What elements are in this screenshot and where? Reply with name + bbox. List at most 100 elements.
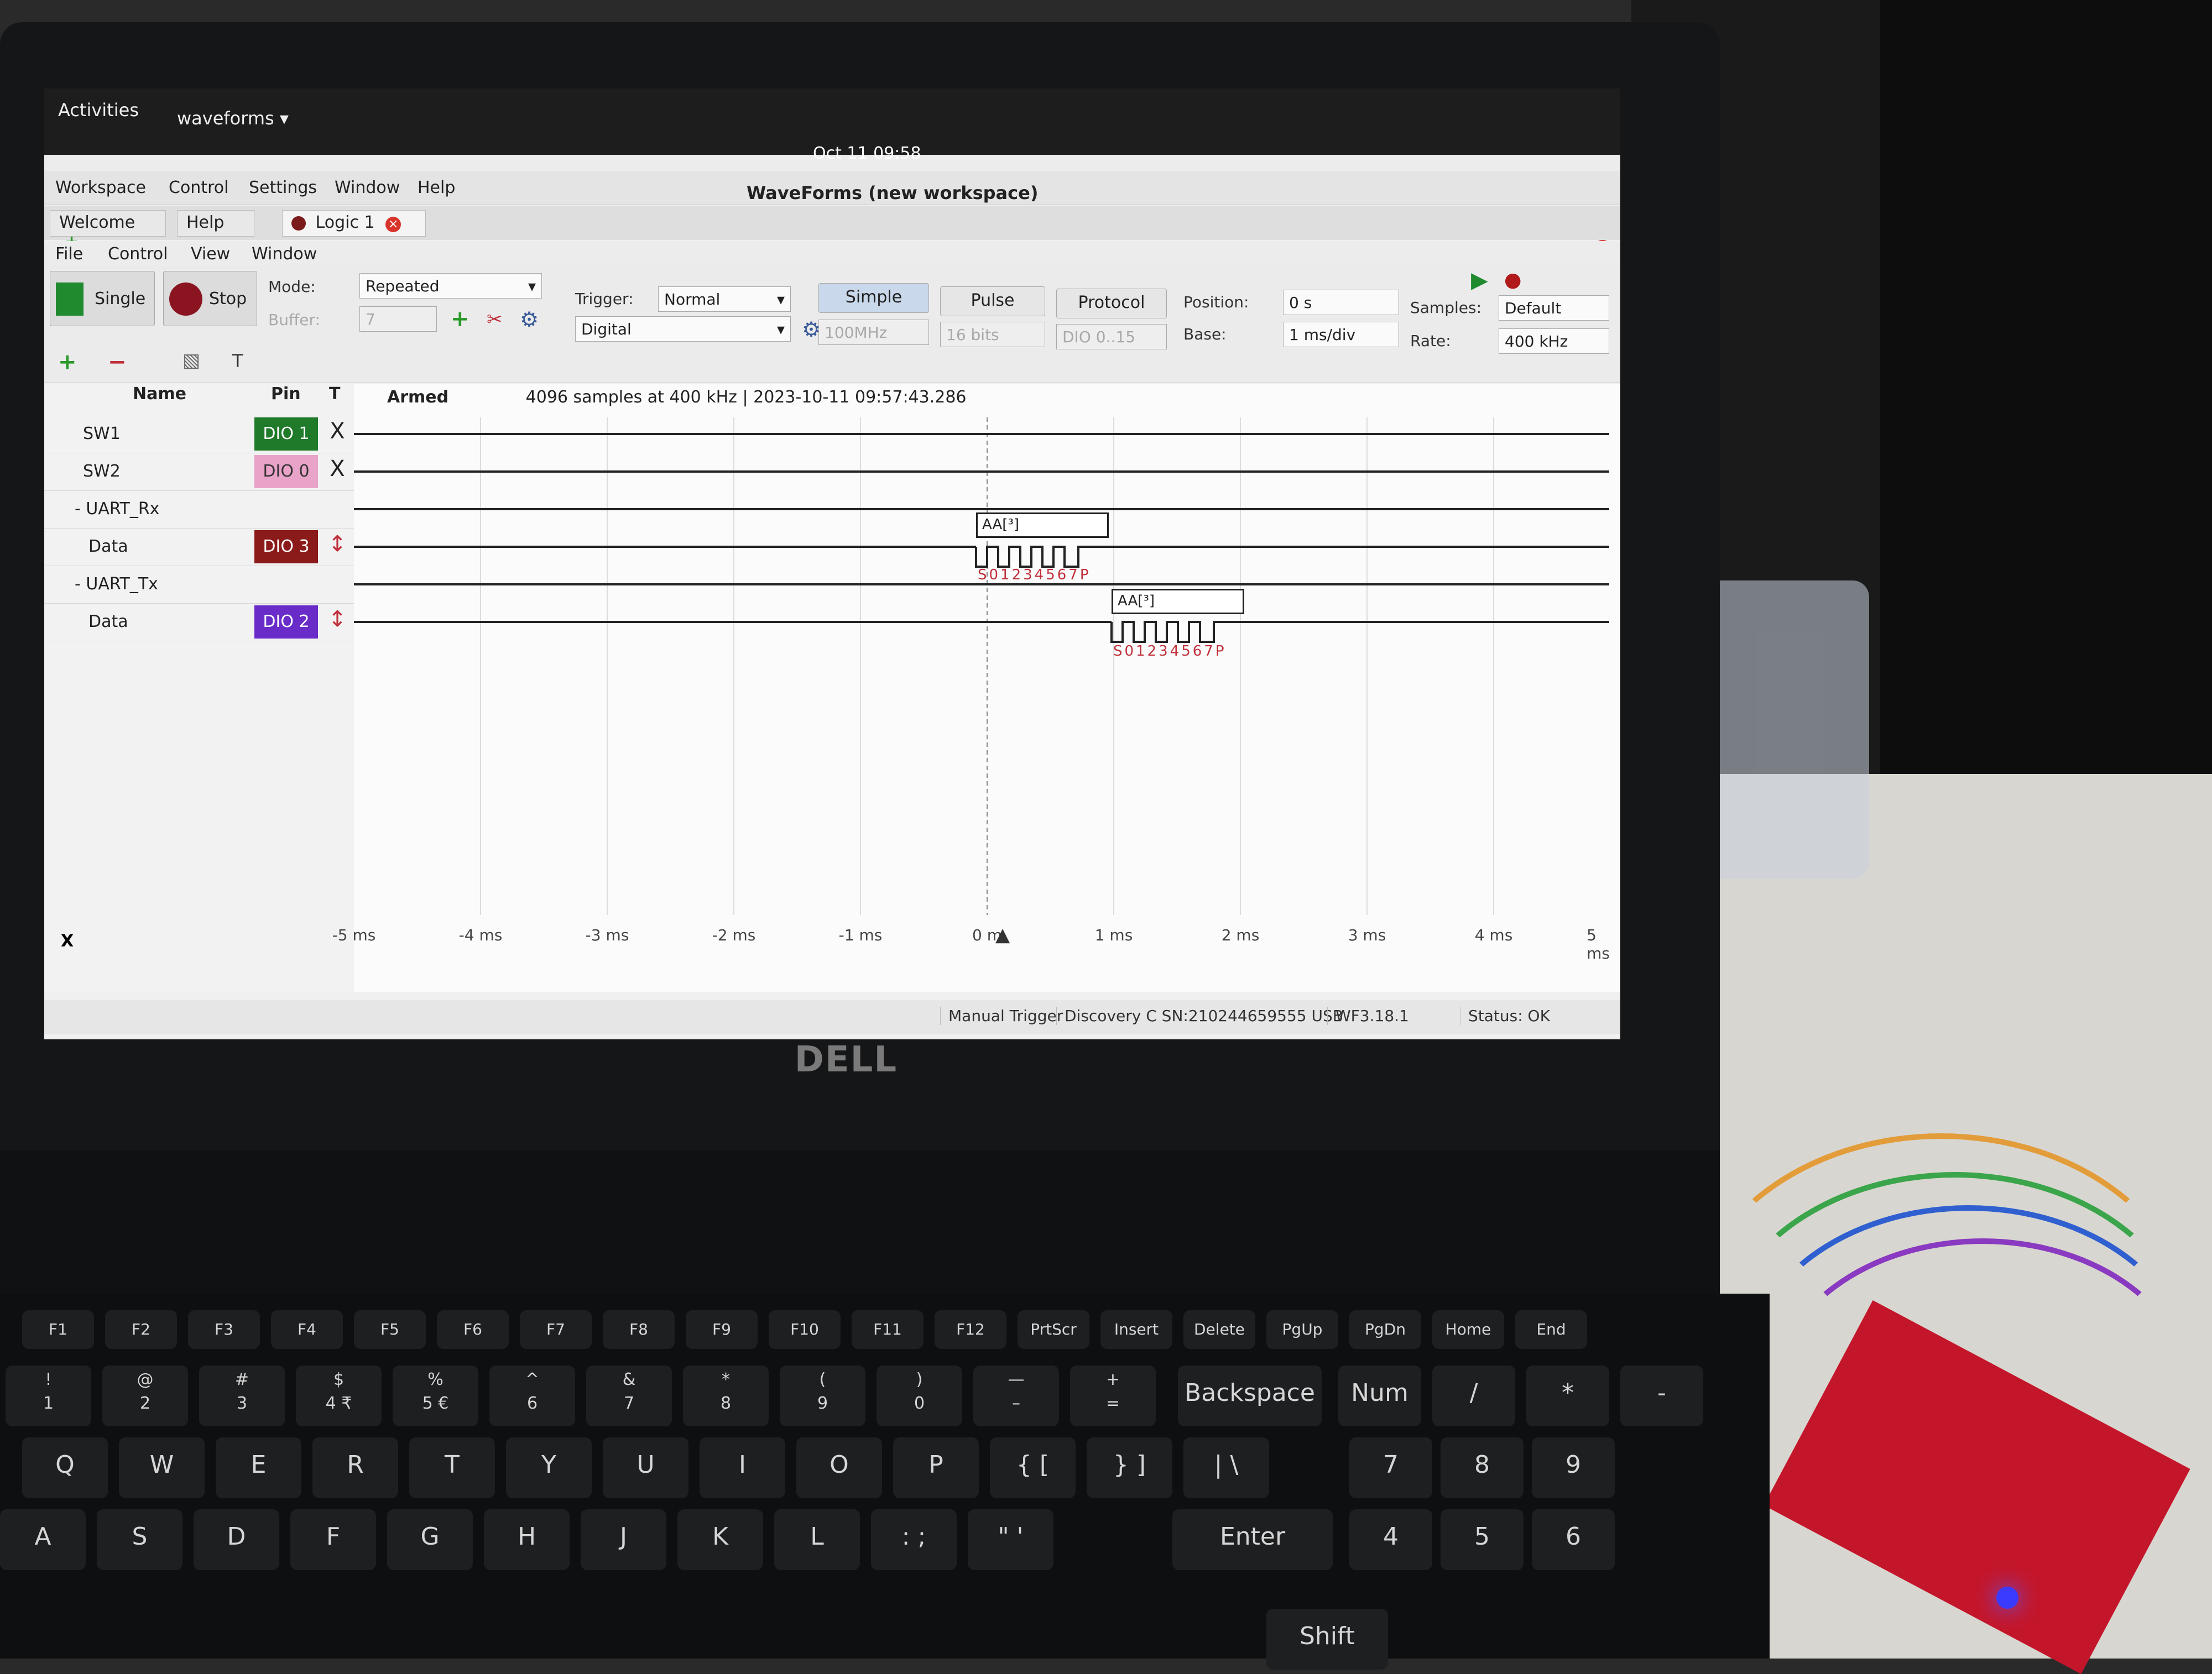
key-pgdn[interactable]: PgDn [1349, 1310, 1421, 1349]
key-letter[interactable]: K [677, 1509, 763, 1570]
close-tab-icon[interactable]: × [385, 217, 401, 232]
channel-row[interactable]: SW2 DIO 0 X [44, 453, 354, 491]
record-icon[interactable]: ● [1504, 269, 1521, 291]
trigger-cell[interactable]: X [324, 456, 351, 482]
trigger-select[interactable]: Normal ▾ [658, 286, 791, 312]
key-end[interactable]: End [1515, 1310, 1587, 1349]
key-letter[interactable]: : ; [871, 1509, 957, 1570]
key-letter[interactable]: L [774, 1509, 860, 1570]
key-letter[interactable]: F [290, 1509, 376, 1570]
submenu-view[interactable]: View [191, 244, 230, 264]
key-numpad[interactable]: 8 [1441, 1437, 1524, 1498]
remove-channel-icon[interactable]: − [108, 349, 127, 375]
uart-tx-decode[interactable]: AA[³] [1112, 589, 1244, 614]
key-letter[interactable]: | \ [1183, 1437, 1269, 1498]
pulse-button[interactable]: Pulse [940, 286, 1045, 316]
key-f2[interactable]: F2 [105, 1310, 177, 1349]
key-letter[interactable]: H [484, 1509, 570, 1570]
key-letter[interactable]: O [796, 1437, 882, 1498]
key-numpad[interactable]: - [1620, 1366, 1703, 1426]
key-letter[interactable]: Q [22, 1437, 108, 1498]
run-icon[interactable]: ▶ [1471, 268, 1488, 293]
channel-row[interactable]: - UART_Rx [44, 490, 354, 529]
key-letter[interactable]: J [581, 1509, 666, 1570]
device-status[interactable]: Discovery C SN:210244659555 USB [1056, 1007, 1343, 1025]
key-num[interactable]: — – [973, 1366, 1059, 1426]
trigger-cell[interactable]: ↕ [324, 606, 351, 632]
key-f9[interactable]: F9 [686, 1310, 758, 1349]
trigger-cell[interactable]: X [324, 418, 351, 444]
key-num[interactable]: @2 [102, 1366, 188, 1426]
key-shift[interactable]: Shift [1266, 1609, 1388, 1670]
gear-icon[interactable]: ⚙ [520, 307, 539, 332]
key-letter[interactable]: D [194, 1509, 279, 1570]
channel-row[interactable]: SW1 DIO 1 X [44, 415, 354, 453]
dio-select[interactable]: DIO 0..15 [1056, 324, 1167, 349]
key-letter[interactable]: I [700, 1437, 785, 1498]
key-num[interactable]: & 7 [586, 1366, 672, 1426]
key-letter[interactable]: " ' [968, 1509, 1053, 1570]
submenu-window[interactable]: Window [252, 244, 317, 264]
key-letter[interactable]: { [ [990, 1437, 1076, 1498]
waveform-plot[interactable]: Armed 4096 samples at 400 kHz | 2023-10-… [332, 384, 1620, 992]
base-field[interactable]: 1 ms/div [1283, 322, 1399, 347]
key-letter[interactable]: } ] [1087, 1437, 1172, 1498]
key-numpad[interactable]: 4 [1349, 1509, 1432, 1570]
key-insert[interactable]: Insert [1100, 1310, 1172, 1349]
key-numlock[interactable]: Num Lock [1338, 1366, 1421, 1462]
key-letter[interactable]: G [387, 1509, 473, 1570]
app-menu[interactable]: waveforms ▾ [177, 108, 289, 129]
add-icon[interactable]: + [451, 306, 469, 332]
frequency-select[interactable]: 100MHz [818, 320, 929, 345]
channel-row[interactable]: Data DIO 3 ↕ [44, 528, 354, 566]
menu-help[interactable]: Help [418, 178, 455, 197]
key-f1[interactable]: F1 [22, 1310, 94, 1349]
key-num[interactable]: $4 ₹ [296, 1366, 382, 1426]
uart-rx-decode[interactable]: AA[³] [976, 512, 1109, 538]
key-home[interactable]: Home [1432, 1310, 1504, 1349]
key-numpad[interactable]: 9 [1532, 1437, 1615, 1498]
key-num[interactable]: % 5 € [393, 1366, 478, 1426]
text-tool-icon[interactable]: T [232, 351, 243, 372]
position-field[interactable]: 0 s [1283, 290, 1399, 315]
key-f7[interactable]: F7 [520, 1310, 592, 1349]
channel-row[interactable]: - UART_Tx [44, 566, 354, 604]
trigger-source-select[interactable]: Digital ▾ [575, 316, 791, 342]
key-num[interactable]: + = [1070, 1366, 1156, 1426]
key-letter[interactable]: P [893, 1437, 979, 1498]
key-prtscr[interactable]: PrtScr [1018, 1310, 1089, 1349]
key-letter[interactable]: T [409, 1437, 495, 1498]
activities-button[interactable]: Activities [58, 100, 139, 121]
samples-select[interactable]: Default [1499, 295, 1609, 321]
key-numpad[interactable]: 7 [1349, 1437, 1432, 1498]
tab-help[interactable]: Help [177, 210, 254, 237]
key-pgup[interactable]: PgUp [1266, 1310, 1338, 1349]
key-enter[interactable]: Enter [1172, 1509, 1333, 1570]
trigger-marker-icon[interactable]: ▲ [995, 924, 1010, 946]
key-delete[interactable]: Delete [1183, 1310, 1255, 1349]
mode-select[interactable]: Repeated ▾ [359, 273, 542, 299]
key-num[interactable]: ! 1 [6, 1366, 91, 1426]
simple-button[interactable]: Simple [818, 283, 929, 313]
buffer-field[interactable]: 7 [359, 306, 437, 332]
key-f4[interactable]: F4 [271, 1310, 343, 1349]
key-numpad[interactable]: 6 [1532, 1509, 1615, 1570]
bits-select[interactable]: 16 bits [940, 322, 1045, 347]
key-f6[interactable]: F6 [437, 1310, 509, 1349]
add-channel-icon[interactable]: + [58, 349, 77, 375]
cut-icon[interactable]: ✂ [487, 308, 503, 331]
key-numpad[interactable]: / [1432, 1366, 1515, 1426]
key-num[interactable]: * 8 [683, 1366, 769, 1426]
key-letter[interactable]: R [312, 1437, 398, 1498]
key-letter[interactable]: U [603, 1437, 688, 1498]
key-letter[interactable]: W [119, 1437, 205, 1498]
rate-select[interactable]: 400 kHz [1499, 328, 1609, 354]
x-selector[interactable]: X [61, 932, 74, 951]
key-letter[interactable]: Y [506, 1437, 592, 1498]
settings-icon[interactable]: ⚙ [802, 317, 821, 342]
key-numpad[interactable]: * [1526, 1366, 1609, 1426]
menu-control[interactable]: Control [169, 178, 228, 197]
tab-logic[interactable]: Logic 1 × [282, 210, 426, 237]
tab-welcome[interactable]: Welcome + [50, 210, 166, 252]
key-num[interactable]: (9 [780, 1366, 865, 1426]
